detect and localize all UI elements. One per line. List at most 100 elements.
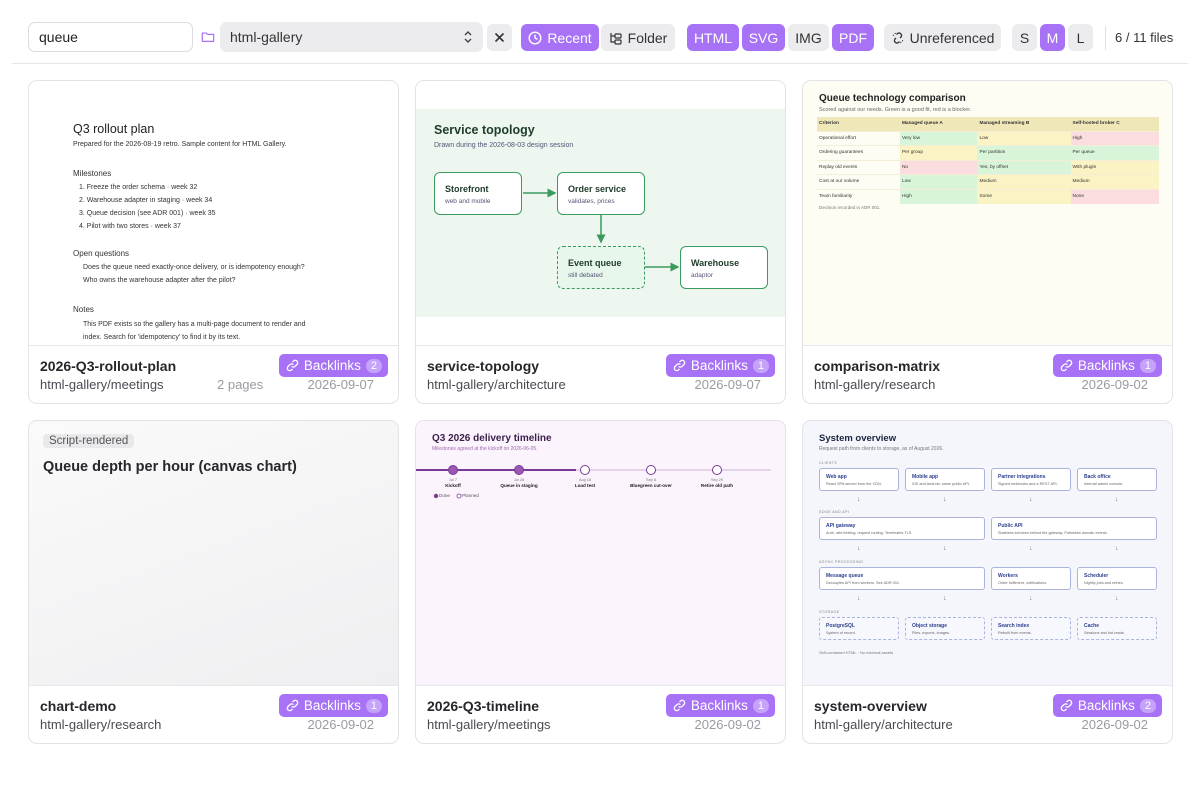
clock-icon — [528, 30, 542, 45]
preview-subtitle: Request path from clients to storage, as… — [819, 446, 944, 452]
arrow-down-icon: ↓ — [857, 496, 861, 503]
folder-label: Folder — [627, 29, 668, 46]
filter-pdf-button[interactable]: PDF — [832, 24, 874, 51]
table-cell: Replay old events — [817, 159, 900, 175]
unreferenced-label: Unreferenced — [909, 29, 995, 46]
card-preview[interactable]: Q3 2026 delivery timeline Milestones agr… — [416, 421, 785, 686]
card-path: html-gallery/research — [814, 377, 936, 392]
clear-button[interactable] — [487, 24, 512, 51]
timeline-label: Retire old path — [700, 483, 734, 488]
diagram-node: Warehouse adaptor — [680, 246, 768, 289]
card-date: 2026-09-07 — [307, 377, 375, 392]
node-title: Warehouse — [691, 258, 740, 268]
size-s-label: S — [1019, 29, 1030, 46]
table-cell: Medium — [1070, 174, 1159, 189]
table-cell: Yes, by offset — [977, 159, 1071, 175]
diagram-node: Storefront web and mobile — [434, 172, 522, 215]
backlinks-button[interactable]: Backlinks 1 — [665, 694, 775, 717]
box-title: PostgreSQL — [826, 623, 855, 629]
system-box: Scheduler Nightly jobs and retries. — [1077, 567, 1157, 590]
timeline-track — [416, 469, 771, 471]
group-label: CLIENTS — [819, 461, 838, 465]
box-subtitle: System of record. — [826, 631, 856, 635]
filter-html-button[interactable]: HTML — [687, 24, 739, 51]
size-m-button[interactable]: M — [1040, 24, 1065, 51]
system-box: Search index Rebuilt from events. — [991, 617, 1071, 640]
search-input[interactable] — [28, 22, 193, 52]
timeline-date: Aug 18 — [578, 478, 592, 482]
unreferenced-button[interactable]: Unreferenced — [884, 24, 1001, 51]
card-page-count: 2 pages — [217, 377, 264, 392]
timeline-label: Queue in staging — [500, 483, 538, 488]
box-title: Public API — [998, 523, 1023, 529]
table-row: Replay old events No Yes, by offset With… — [817, 159, 1159, 175]
card-preview[interactable]: Service topology Drawn during the 2026-0… — [416, 81, 785, 346]
preview-text: Who owns the warehouse adapter after the… — [83, 277, 236, 284]
preview-title: Q3 rollout plan — [73, 122, 155, 136]
timeline-label: Load test — [574, 483, 596, 488]
folder-button[interactable]: Folder — [601, 24, 675, 51]
backlinks-button[interactable]: Backlinks 1 — [278, 694, 388, 717]
toolbar: html-gallery Recent Folder HTML SVG IMG … — [0, 0, 1200, 64]
table-cell: Per group — [899, 145, 978, 160]
gallery-card[interactable]: Queue technology comparison Scored again… — [802, 80, 1173, 404]
backlinks-count: 1 — [365, 698, 382, 713]
comparison-table: Criterion Managed queue A Managed stream… — [817, 117, 1159, 204]
preview-subtitle: Scored against our needs. Green is a goo… — [819, 107, 972, 113]
filter-svg-button[interactable]: SVG — [742, 24, 785, 51]
card-preview[interactable]: Queue technology comparison Scored again… — [803, 81, 1172, 346]
gallery-card[interactable]: Script-rendered Queue depth per hour (ca… — [28, 420, 399, 744]
arrow-down-icon: ↓ — [1029, 595, 1033, 602]
filter-img-label: IMG — [795, 29, 822, 46]
box-subtitle: Signed webhooks and a REST API. — [998, 482, 1058, 486]
system-box: Message queue Decouples API from workers.… — [819, 567, 985, 590]
system-box: API gateway Auth, rate limiting, request … — [819, 517, 985, 540]
card-preview[interactable]: Q3 rollout plan Prepared for the 2026-08… — [29, 81, 398, 346]
table-header-row: Criterion Managed queue A Managed stream… — [817, 117, 1159, 131]
gallery-card[interactable]: System overview Request path from client… — [802, 420, 1173, 744]
gallery-card[interactable]: Q3 2026 delivery timeline Milestones agr… — [415, 420, 786, 744]
link-icon — [286, 359, 299, 372]
preview-text: This PDF exists so the gallery has a mul… — [83, 321, 306, 328]
link-icon — [673, 359, 686, 372]
backlinks-button[interactable]: Backlinks 1 — [665, 354, 775, 377]
size-l-label: L — [1076, 29, 1085, 46]
card-preview[interactable]: System overview Request path from client… — [803, 421, 1172, 686]
card-preview[interactable]: Script-rendered Queue depth per hour (ca… — [29, 421, 398, 686]
box-title: API gateway — [826, 523, 856, 529]
backlinks-button[interactable]: Backlinks 2 — [278, 354, 388, 377]
box-subtitle: Auth, rate limiting, request routing. Te… — [826, 531, 913, 535]
group-label: ASYNC PROCESSING — [819, 560, 864, 564]
filter-img-button[interactable]: IMG — [788, 24, 829, 51]
node-subtitle: still debated — [568, 272, 603, 279]
table-row: Operational effort Very low Low High — [817, 130, 1159, 146]
preview-list-item: 4. Pilot with two stores · week 37 — [79, 223, 181, 230]
size-l-button[interactable]: L — [1068, 24, 1093, 51]
box-title: Object storage — [912, 623, 948, 629]
backlinks-count: 2 — [365, 358, 382, 373]
table-header: Managed queue A — [899, 117, 978, 131]
arrow-down-icon: ↓ — [1115, 595, 1119, 602]
backlinks-button[interactable]: Backlinks 2 — [1052, 694, 1162, 717]
system-box: Object storage Files, exports, images. — [905, 617, 985, 640]
timeline-date: Jul 7 — [448, 478, 458, 482]
table-cell: None — [1070, 188, 1159, 204]
gallery-card[interactable]: Service topology Drawn during the 2026-0… — [415, 80, 786, 404]
recent-button[interactable]: Recent — [521, 24, 599, 51]
box-title: Mobile app — [912, 474, 939, 480]
system-box: PostgreSQL System of record. — [819, 617, 899, 640]
preview-heading: Milestones — [73, 169, 112, 178]
toolbar-divider — [1105, 26, 1106, 50]
size-s-button[interactable]: S — [1012, 24, 1037, 51]
legend-done: Done — [439, 493, 450, 498]
backlinks-button[interactable]: Backlinks 1 — [1052, 354, 1162, 377]
table-cell: Cost at our volume — [817, 174, 900, 189]
folder-select[interactable]: html-gallery — [220, 22, 483, 52]
table-cell: High — [899, 188, 978, 204]
timeline-date: Sep 29 — [710, 478, 724, 482]
backlinks-label: Backlinks — [690, 698, 748, 713]
preview-text: index. Search for 'idempotency' to find … — [83, 334, 241, 341]
folder-icon — [201, 32, 215, 42]
arrow-down-icon: ↓ — [943, 595, 947, 602]
gallery-card[interactable]: Q3 rollout plan Prepared for the 2026-08… — [28, 80, 399, 404]
